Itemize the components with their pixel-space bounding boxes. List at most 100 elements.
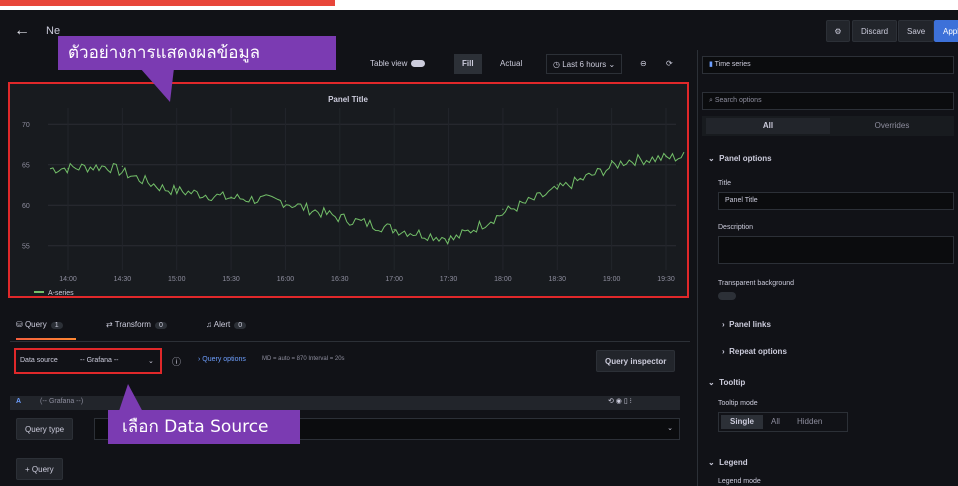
save-button[interactable]: Save — [898, 20, 935, 42]
data-point — [556, 184, 558, 186]
refresh-icon[interactable]: ⟳ — [666, 54, 673, 74]
actual-button[interactable]: Actual — [496, 54, 526, 74]
active-tab-indicator — [16, 338, 76, 340]
settings-icon[interactable]: ⚙ — [826, 20, 850, 42]
tooltip-mode-group: Single All Hidden — [718, 412, 848, 432]
transparent-label: Transparent background — [718, 280, 795, 287]
mode-hidden[interactable]: Hidden — [797, 417, 822, 426]
tab-all[interactable]: All — [706, 118, 830, 134]
x-tick-label: 15:30 — [222, 276, 240, 283]
visualization-picker[interactable]: ▮ Time series — [702, 56, 954, 74]
query-options-toggle[interactable]: › Query options — [198, 356, 246, 363]
data-point — [502, 208, 504, 210]
callout-tail-icon — [140, 68, 174, 102]
zoom-out-icon[interactable]: ⊖ — [640, 54, 647, 74]
grafana-editor: ← Ne ⚙ Discard Save Appl Table view Fill… — [0, 0, 958, 486]
chevron-down-icon: ⌄ — [148, 358, 154, 365]
mode-all[interactable]: All — [771, 417, 780, 426]
query-options-detail: MD = auto = 870 Interval = 20s — [262, 356, 345, 362]
y-tick-label: 70 — [22, 122, 30, 129]
search-options-input[interactable]: ⌕ Search options — [702, 92, 954, 110]
panel-links-section[interactable]: › Panel links — [722, 320, 771, 329]
options-tabs: All Overrides — [702, 116, 954, 136]
tab-alert-count: 0 — [234, 322, 247, 329]
chart-title: Panel Title — [328, 95, 368, 104]
tooltip-section[interactable]: ⌄ Tooltip — [708, 378, 745, 387]
x-tick-label: 19:00 — [603, 276, 621, 283]
tab-transform[interactable]: ⇄ Transform 0 — [106, 320, 167, 329]
title-input[interactable]: Panel Title — [718, 192, 954, 210]
table-view-toggle[interactable]: Table view — [370, 54, 426, 74]
series-line — [49, 151, 685, 245]
callout-datasource: เลือก Data Source — [108, 410, 300, 444]
tooltip-label: Tooltip — [719, 378, 746, 387]
database-icon: ⛁ — [16, 320, 25, 329]
panel-options-section[interactable]: ⌄ Panel options — [708, 154, 772, 163]
options-pane: ▮ Time series ⌕ Search options All Overr… — [697, 50, 958, 486]
datasource-label: Data source — [20, 357, 58, 364]
repeat-options-label: Repeat options — [729, 347, 787, 356]
datasource-picker[interactable]: Data source -- Grafana -- ⌄ — [14, 348, 162, 374]
time-range-label: Last 6 hours — [562, 60, 607, 69]
help-icon[interactable]: ⓘ — [172, 355, 181, 368]
mode-single[interactable]: Single — [721, 415, 763, 429]
x-tick-label: 17:30 — [440, 276, 458, 283]
datasource-value: -- Grafana -- — [80, 357, 119, 364]
time-range-picker[interactable]: ◷ Last 6 hours ⌄ — [546, 54, 623, 74]
panel-preview: Panel Title 70 65 60 55 14:00 14:30 15:00 15:30 1… — [8, 82, 688, 298]
x-tick-label: 16:00 — [277, 276, 295, 283]
visualization-label: Time series — [714, 61, 751, 68]
data-point — [284, 200, 287, 202]
tooltip-mode-label: Tooltip mode — [718, 400, 758, 407]
legend-section[interactable]: ⌄ Legend — [708, 458, 748, 467]
query-options-label: Query options — [202, 356, 246, 363]
data-point — [67, 168, 69, 170]
query-letter: A — [16, 398, 22, 405]
apply-button[interactable]: Appl — [934, 20, 958, 42]
bell-icon: ♫ — [206, 320, 214, 329]
query-inspector-button[interactable]: Query inspector — [596, 350, 676, 372]
query-actions-icon[interactable]: ⟲ ◉ ▯ ⁝ — [608, 397, 632, 405]
description-input[interactable] — [718, 236, 954, 264]
x-tick-label: 19:30 — [657, 276, 675, 283]
time-series-chart: Panel Title 70 65 60 55 14:00 14:30 15:00 15:30 1… — [22, 95, 685, 297]
description-label: Description — [718, 224, 754, 231]
data-point — [176, 188, 178, 190]
x-tick-label: 18:30 — [549, 276, 567, 283]
data-point — [611, 160, 613, 162]
datasource-row: Data source -- Grafana -- ⌄ ⓘ › Query op… — [10, 346, 690, 376]
tab-transform-count: 0 — [154, 322, 167, 329]
tab-query-count: 1 — [50, 322, 63, 329]
discard-button[interactable]: Discard — [852, 20, 898, 42]
fill-button[interactable]: Fill — [454, 54, 482, 74]
toggle-icon — [411, 60, 426, 68]
chevron-down-icon: ⌄ — [667, 425, 673, 432]
search-placeholder: Search options — [714, 97, 762, 104]
accent-strip — [0, 0, 335, 6]
data-point — [393, 228, 395, 231]
query-type-label: Query type — [16, 418, 74, 440]
tab-alert[interactable]: ♫ Alert 0 — [206, 320, 247, 329]
data-point — [121, 165, 123, 167]
panel-options-label: Panel options — [719, 154, 772, 163]
table-view-label: Table view — [370, 59, 408, 68]
x-tick-label: 16:30 — [331, 276, 349, 283]
panel-links-label: Panel links — [729, 320, 771, 329]
legend-label: Legend — [719, 458, 748, 467]
tab-query[interactable]: ⛁ Query 1 — [16, 320, 63, 329]
legend-mode-label: Legend mode — [718, 478, 761, 485]
tab-overrides[interactable]: Overrides — [834, 118, 950, 134]
data-point — [447, 238, 450, 240]
clock-icon: ◷ — [553, 60, 563, 69]
back-arrow-icon[interactable]: ← — [14, 22, 30, 40]
x-tick-label: 14:30 — [114, 276, 132, 283]
x-tick-label: 14:00 — [59, 276, 77, 283]
repeat-options-section[interactable]: › Repeat options — [722, 347, 787, 356]
x-tick-label: 15:00 — [168, 276, 186, 283]
y-tick-label: 60 — [22, 203, 30, 210]
tab-query-label: Query — [24, 320, 47, 329]
title-label: Title — [718, 180, 731, 187]
add-query-button[interactable]: + Query — [16, 458, 63, 480]
data-point — [665, 156, 667, 158]
transparent-toggle[interactable] — [718, 292, 736, 300]
